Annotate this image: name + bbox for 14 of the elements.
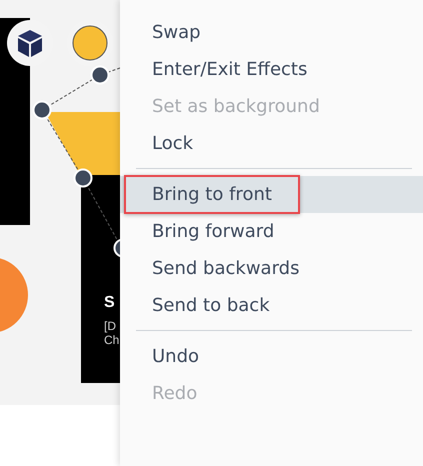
- card-title: S: [104, 293, 115, 313]
- menu-item[interactable]: Lock: [124, 124, 222, 163]
- handle-icon[interactable]: [73, 168, 93, 188]
- menu-item[interactable]: Enter/Exit Effects: [124, 50, 336, 89]
- menu-item[interactable]: Bring forward: [124, 212, 302, 251]
- handle-icon[interactable]: [90, 65, 110, 85]
- menu-item[interactable]: Send to back: [124, 286, 298, 325]
- menu-item[interactable]: Swap: [124, 13, 229, 52]
- menu-item[interactable]: Send backwards: [124, 249, 328, 288]
- menu-item[interactable]: Bring to front: [124, 175, 300, 214]
- handle-icon[interactable]: [32, 100, 52, 120]
- card-text: Ch: [104, 333, 120, 347]
- menu-item[interactable]: Undo: [124, 337, 228, 376]
- card-text: [D: [104, 319, 117, 333]
